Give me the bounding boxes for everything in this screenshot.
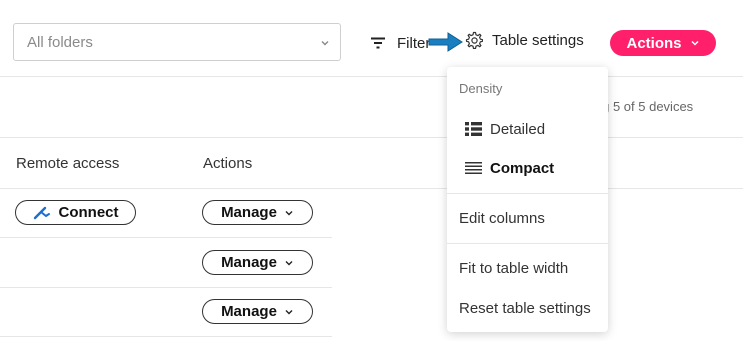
table-settings-label: Table settings bbox=[492, 31, 584, 49]
remote-connect-icon bbox=[33, 206, 51, 220]
chevron-down-icon bbox=[284, 258, 294, 268]
menu-divider bbox=[447, 243, 608, 244]
column-header-actions[interactable]: Actions bbox=[203, 155, 252, 172]
chevron-down-icon bbox=[690, 38, 700, 48]
actions-button[interactable]: Actions bbox=[610, 30, 716, 56]
folder-select-placeholder: All folders bbox=[27, 34, 93, 51]
chevron-down-icon bbox=[319, 36, 331, 54]
filter-icon bbox=[370, 37, 386, 49]
header-bottom-divider bbox=[0, 188, 743, 189]
toolbar-divider bbox=[0, 76, 743, 77]
header-divider bbox=[0, 137, 743, 138]
column-header-remote-access[interactable]: Remote access bbox=[16, 155, 119, 172]
filter-label: Filter bbox=[397, 34, 431, 52]
chevron-down-icon bbox=[284, 307, 294, 317]
manage-button[interactable]: Manage bbox=[202, 299, 313, 324]
fit-to-table-width-label: Fit to table width bbox=[459, 259, 569, 277]
filter-button[interactable]: Filter bbox=[370, 30, 430, 56]
density-compact-label: Compact bbox=[490, 159, 555, 177]
table-settings-menu: Density Detailed Compact Edit columns Fi… bbox=[447, 67, 608, 332]
actions-label: Actions bbox=[626, 34, 682, 52]
edit-columns-option[interactable]: Edit columns bbox=[447, 203, 608, 233]
folder-select[interactable]: All folders bbox=[13, 23, 341, 61]
density-detailed-label: Detailed bbox=[490, 120, 546, 138]
chevron-down-icon bbox=[284, 208, 294, 218]
pointer-arrow-icon bbox=[428, 30, 464, 59]
fit-to-table-width-option[interactable]: Fit to table width bbox=[447, 253, 608, 283]
list-detailed-icon bbox=[465, 122, 482, 136]
table-settings-button[interactable]: Table settings bbox=[465, 31, 584, 49]
manage-button[interactable]: Manage bbox=[202, 200, 313, 225]
manage-label: Manage bbox=[221, 204, 277, 221]
row-divider bbox=[0, 287, 332, 288]
list-compact-icon bbox=[465, 161, 482, 175]
manage-label: Manage bbox=[221, 303, 277, 320]
menu-divider bbox=[447, 193, 608, 194]
row-divider bbox=[0, 336, 332, 337]
connect-label: Connect bbox=[58, 204, 119, 221]
density-detailed-option[interactable]: Detailed bbox=[447, 114, 608, 144]
connect-button[interactable]: Connect bbox=[15, 200, 136, 225]
density-section-label: Density bbox=[459, 81, 503, 96]
reset-table-settings-option[interactable]: Reset table settings bbox=[447, 293, 608, 323]
manage-button[interactable]: Manage bbox=[202, 250, 313, 275]
manage-label: Manage bbox=[221, 254, 277, 271]
reset-table-settings-label: Reset table settings bbox=[459, 299, 591, 317]
density-compact-option[interactable]: Compact bbox=[447, 153, 608, 183]
gear-icon bbox=[465, 31, 483, 49]
row-divider bbox=[0, 237, 332, 238]
edit-columns-label: Edit columns bbox=[459, 209, 545, 227]
